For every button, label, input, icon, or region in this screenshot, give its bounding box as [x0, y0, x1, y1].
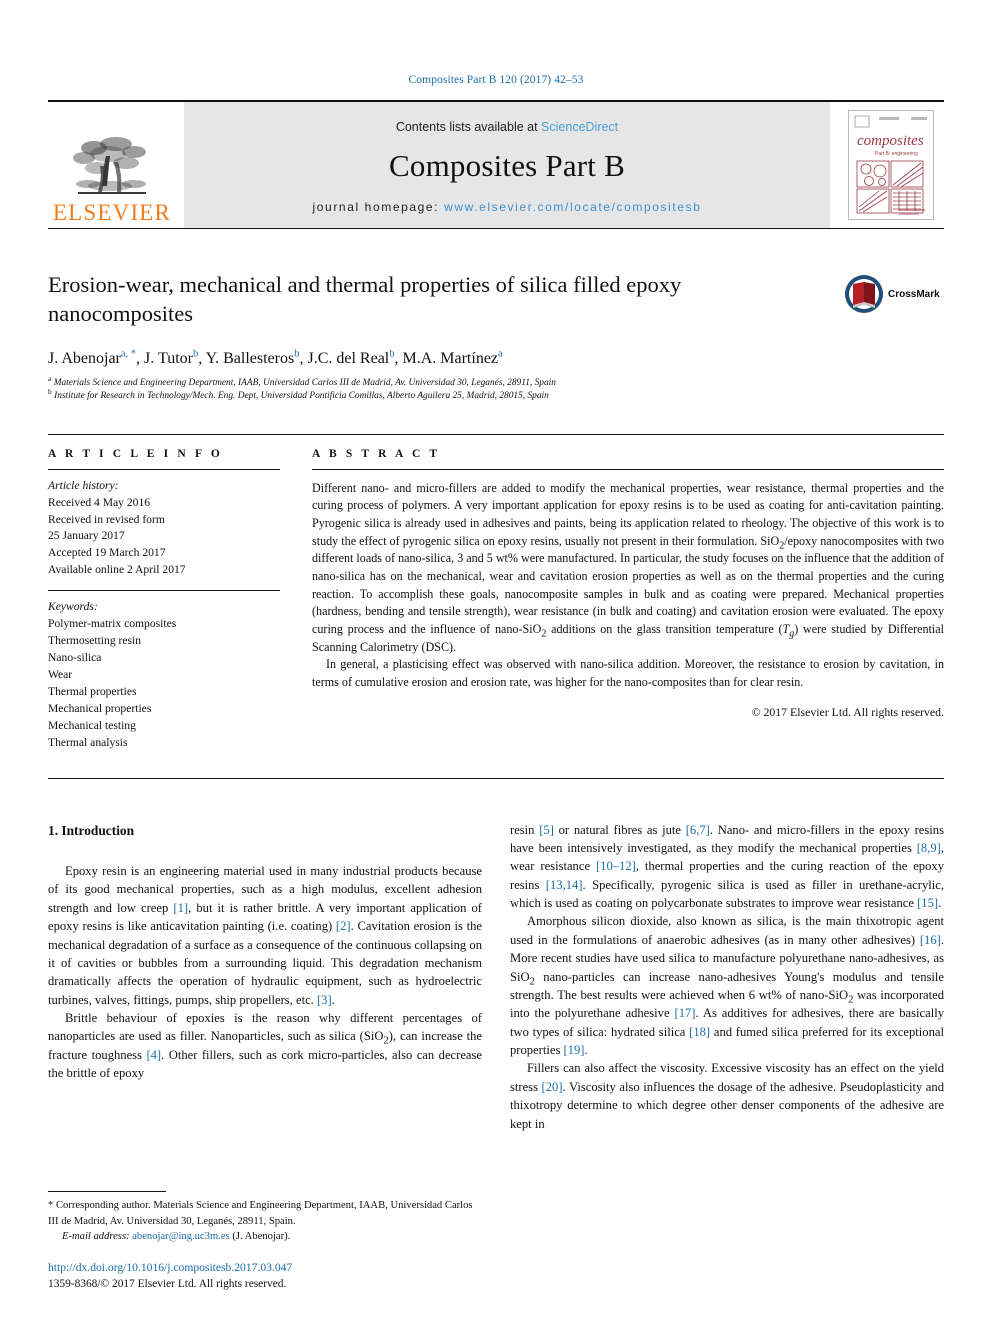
history-item: Received 4 May 2016 — [48, 495, 151, 509]
keyword-item: Polymer-matrix composites — [48, 617, 177, 631]
abstract-body: Different nano- and micro-fillers are ad… — [312, 480, 944, 692]
crossmark-label: CrossMark — [888, 288, 940, 300]
keyword-item: Mechanical properties — [48, 701, 152, 715]
divider — [48, 777, 944, 779]
cover-artwork-icon: composites Part B: engineering — [849, 111, 933, 219]
paragraph: Fillers can also affect the viscosity. E… — [510, 1061, 944, 1131]
history-item: 25 January 2017 — [48, 529, 125, 543]
author-marks: b — [294, 348, 300, 360]
author-name: J. Tutor — [144, 350, 193, 367]
divider — [312, 468, 944, 470]
info-abstract-section: A R T I C L E I N F O Article history: R… — [48, 433, 944, 752]
journal-cover-block: composites Part B: engineering — [838, 102, 944, 228]
elsevier-logo: ELSEVIER — [48, 102, 176, 228]
author-entry: J.C. del Realb — [307, 348, 395, 367]
affiliation-text: Institute for Research in Technology/Mec… — [54, 391, 549, 402]
author-entry: Y. Ballesterosb — [205, 348, 300, 367]
svg-text:composites: composites — [857, 133, 924, 149]
paragraph: Epoxy resin is an engineering material u… — [48, 864, 482, 1007]
abstract-paragraph: Different nano- and micro-fillers are ad… — [312, 480, 945, 654]
history-item: Available online 2 April 2017 — [48, 563, 186, 577]
paragraph: Brittle behaviour of epoxies is the reas… — [48, 1011, 482, 1081]
author-marks: b — [389, 348, 395, 360]
contents-prefix: Contents lists available at — [395, 120, 542, 134]
footnote-rule — [48, 1191, 166, 1193]
abstract-heading: A B S T R A C T — [312, 447, 441, 460]
body-column-right: resin [5] or natural fibres as jute [6,7… — [510, 821, 944, 1133]
crossmark-icon — [845, 275, 883, 313]
article-info-column: A R T I C L E I N F O Article history: R… — [48, 435, 280, 752]
article-page: Composites Part B 120 (2017) 42–53 ELSEV… — [0, 0, 992, 1323]
author-marks: a — [498, 348, 503, 360]
page-title: Erosion-wear, mechanical and thermal pro… — [48, 272, 682, 326]
affiliation-item: b Institute for Research in Technology/M… — [48, 387, 944, 403]
homepage-prefix: journal homepage: — [312, 200, 445, 214]
keywords-label: Keywords: — [48, 600, 98, 614]
body-column-left: 1. Introduction Epoxy resin is an engine… — [48, 821, 482, 1133]
keyword-item: Thermal analysis — [48, 735, 128, 749]
author-marks: a, * — [120, 348, 137, 360]
footnote-zone: * Corresponding author. Materials Scienc… — [48, 1191, 482, 1293]
author-name: M.A. Martínez — [402, 350, 499, 367]
keyword-item: Thermal properties — [48, 684, 137, 698]
author-entry: J. Abenojara, * — [48, 348, 137, 367]
elsevier-wordmark: ELSEVIER — [52, 200, 172, 225]
abstract-paragraph: In general, a plasticising effect was ob… — [312, 657, 944, 689]
email-link[interactable]: abenojar@ing.uc3m.es — [132, 1231, 229, 1242]
paragraph: resin [5] or natural fibres as jute [6,7… — [510, 822, 944, 911]
affiliation-text: Materials Science and Engineering Depart… — [53, 378, 556, 388]
article-history: Article history: Received 4 May 2016 Rec… — [48, 478, 280, 580]
affiliation-list: a Materials Science and Engineering Depa… — [48, 373, 944, 404]
section-heading-introduction: 1. Introduction — [48, 822, 135, 838]
affiliation-item: a Materials Science and Engineering Depa… — [48, 373, 944, 390]
keywords-block: Keywords: Polymer-matrix composites Ther… — [48, 599, 280, 751]
keyword-item: Wear — [48, 667, 73, 681]
author-name: Y. Ballesteros — [205, 350, 295, 367]
elsevier-tree-icon — [73, 137, 146, 194]
sciencedirect-link[interactable]: ScienceDirect — [541, 120, 618, 134]
paragraph: Amorphous silicon dioxide, also known as… — [510, 914, 944, 1058]
divider — [48, 590, 280, 592]
journal-title: Composites Part B — [389, 148, 625, 183]
divider — [48, 468, 280, 470]
copyright-line: © 2017 Elsevier Ltd. All rights reserved… — [751, 704, 944, 719]
author-list: J. Abenojara, *, J. Tutorb, Y. Ballester… — [48, 348, 503, 367]
svg-text:Part B: engineering: Part B: engineering — [875, 151, 918, 157]
abstract-column: A B S T R A C T Different nano- and micr… — [312, 435, 944, 752]
keyword-item: Mechanical testing — [48, 718, 136, 732]
corresponding-author-note: * Corresponding author. Materials Scienc… — [48, 1198, 482, 1244]
email-line: E-mail address: abenojar@ing.uc3m.es (J.… — [48, 1229, 482, 1244]
email-label: E-mail address: — [62, 1231, 130, 1243]
history-item: Accepted 19 March 2017 — [48, 546, 166, 560]
journal-masthead: ELSEVIER Contents lists available at Sci… — [48, 100, 944, 229]
author-name: J. Abenojar — [48, 350, 121, 367]
journal-band: Contents lists available at ScienceDirec… — [184, 102, 830, 228]
author-entry: J. Tutorb — [144, 348, 199, 367]
doi-link[interactable]: http://dx.doi.org/10.1016/j.compositesb.… — [48, 1261, 292, 1274]
article-info-heading: A R T I C L E I N F O — [48, 447, 223, 460]
affiliation-mark: a — [48, 373, 52, 383]
contents-available-line: Contents lists available at ScienceDirec… — [396, 120, 618, 134]
issn-line: 1359-8368/© 2017 Elsevier Ltd. All right… — [48, 1277, 287, 1290]
body-columns: 1. Introduction Epoxy resin is an engine… — [48, 821, 944, 1133]
crossmark-badge[interactable]: CrossMark — [844, 273, 944, 315]
journal-homepage-line: journal homepage: www.elsevier.com/locat… — [313, 200, 702, 214]
author-entry: M.A. Martíneza — [402, 348, 503, 367]
journal-homepage-link[interactable]: www.elsevier.com/locate/compositesb — [444, 200, 701, 214]
keyword-item: Thermosetting resin — [48, 634, 142, 648]
affiliation-mark: b — [48, 387, 52, 397]
title-area: Erosion-wear, mechanical and thermal pro… — [48, 271, 944, 333]
email-owner: (J. Abenojar). — [232, 1231, 291, 1243]
running-head: Composites Part B 120 (2017) 42–53 — [408, 74, 584, 86]
journal-cover-thumbnail: composites Part B: engineering — [848, 110, 934, 220]
keyword-item: Nano-silica — [48, 650, 102, 664]
author-name: J.C. del Real — [307, 350, 390, 367]
author-marks: b — [192, 348, 199, 360]
corresponding-mark: * — [48, 1200, 54, 1212]
article-history-label: Article history: — [48, 478, 119, 492]
doi-block: http://dx.doi.org/10.1016/j.compositesb.… — [48, 1259, 482, 1294]
history-item: Received in revised form — [48, 512, 165, 526]
corresponding-text: Corresponding author. Materials Science … — [48, 1200, 473, 1227]
